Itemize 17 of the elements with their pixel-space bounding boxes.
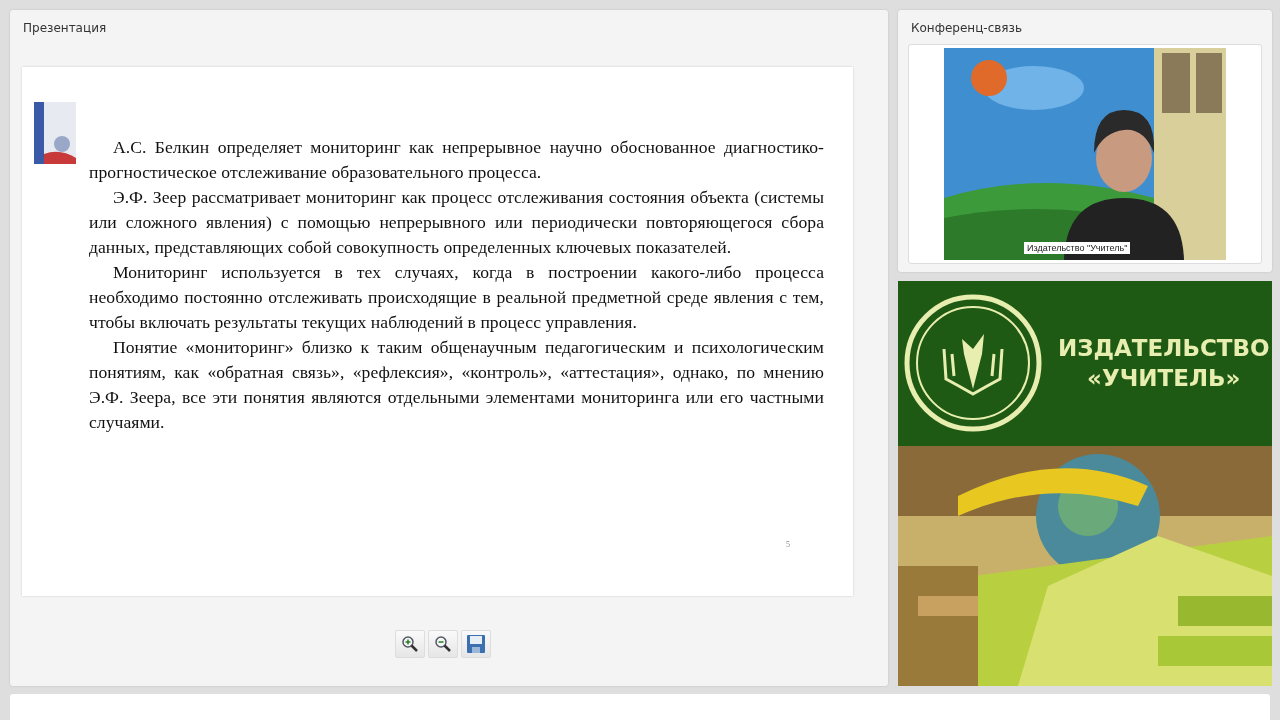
banner-text: «УЧИТЕЛЬ» [1087,364,1241,394]
page-number: 5 [786,540,790,549]
slide-paragraph: Мониторинг используется в тех случаях, когда в построении какого-либо процесса необходимо постоянно отслеживать происходящие в реальной предметной среде явления с тем, чтобы включать результаты текущих наблюдений в процесс управления. [89,261,824,334]
zoom-out-button[interactable] [428,630,458,658]
save-button[interactable] [461,630,491,658]
zoom-out-icon [434,635,452,653]
panel-title: Конференц-связь [910,20,1024,37]
slide-paragraph: Понятие «мониторинг» близко к таким общенаучным педагогическим и психологическим понятиям, как «обратная связь», «рефлексия», «контроль», «аттестация», однако, по мнению Э.Ф. Зеера, все эти понятия являются отдельными элементами мониторинга или его частными случаями. [89,336,824,434]
banner-text: ИЗДАТЕЛЬСТВО [1058,334,1270,364]
save-icon [466,634,486,654]
zoom-in-button[interactable] [395,630,425,658]
slide-paragraph: А.С. Белкин определяет мониторинг как непрерывное научно обоснованное диагностико-прогностическое отслеживание образовательного процесса. [89,136,824,184]
logo-icon [904,294,1042,433]
zoom-in-icon [401,635,419,653]
video-caption: Издательство "Учитель" [1024,242,1131,254]
panel-title: Презентация [22,20,108,37]
slide-paragraph: Э.Ф. Зеер рассматривает мониторинг как процесс отслеживания состояния объекта (системы или сложного явления) с помощью непрерывного или периодически повторяющегося сбора данных, представляющих собой совокупность определенных ключевых показателей. [89,186,824,259]
